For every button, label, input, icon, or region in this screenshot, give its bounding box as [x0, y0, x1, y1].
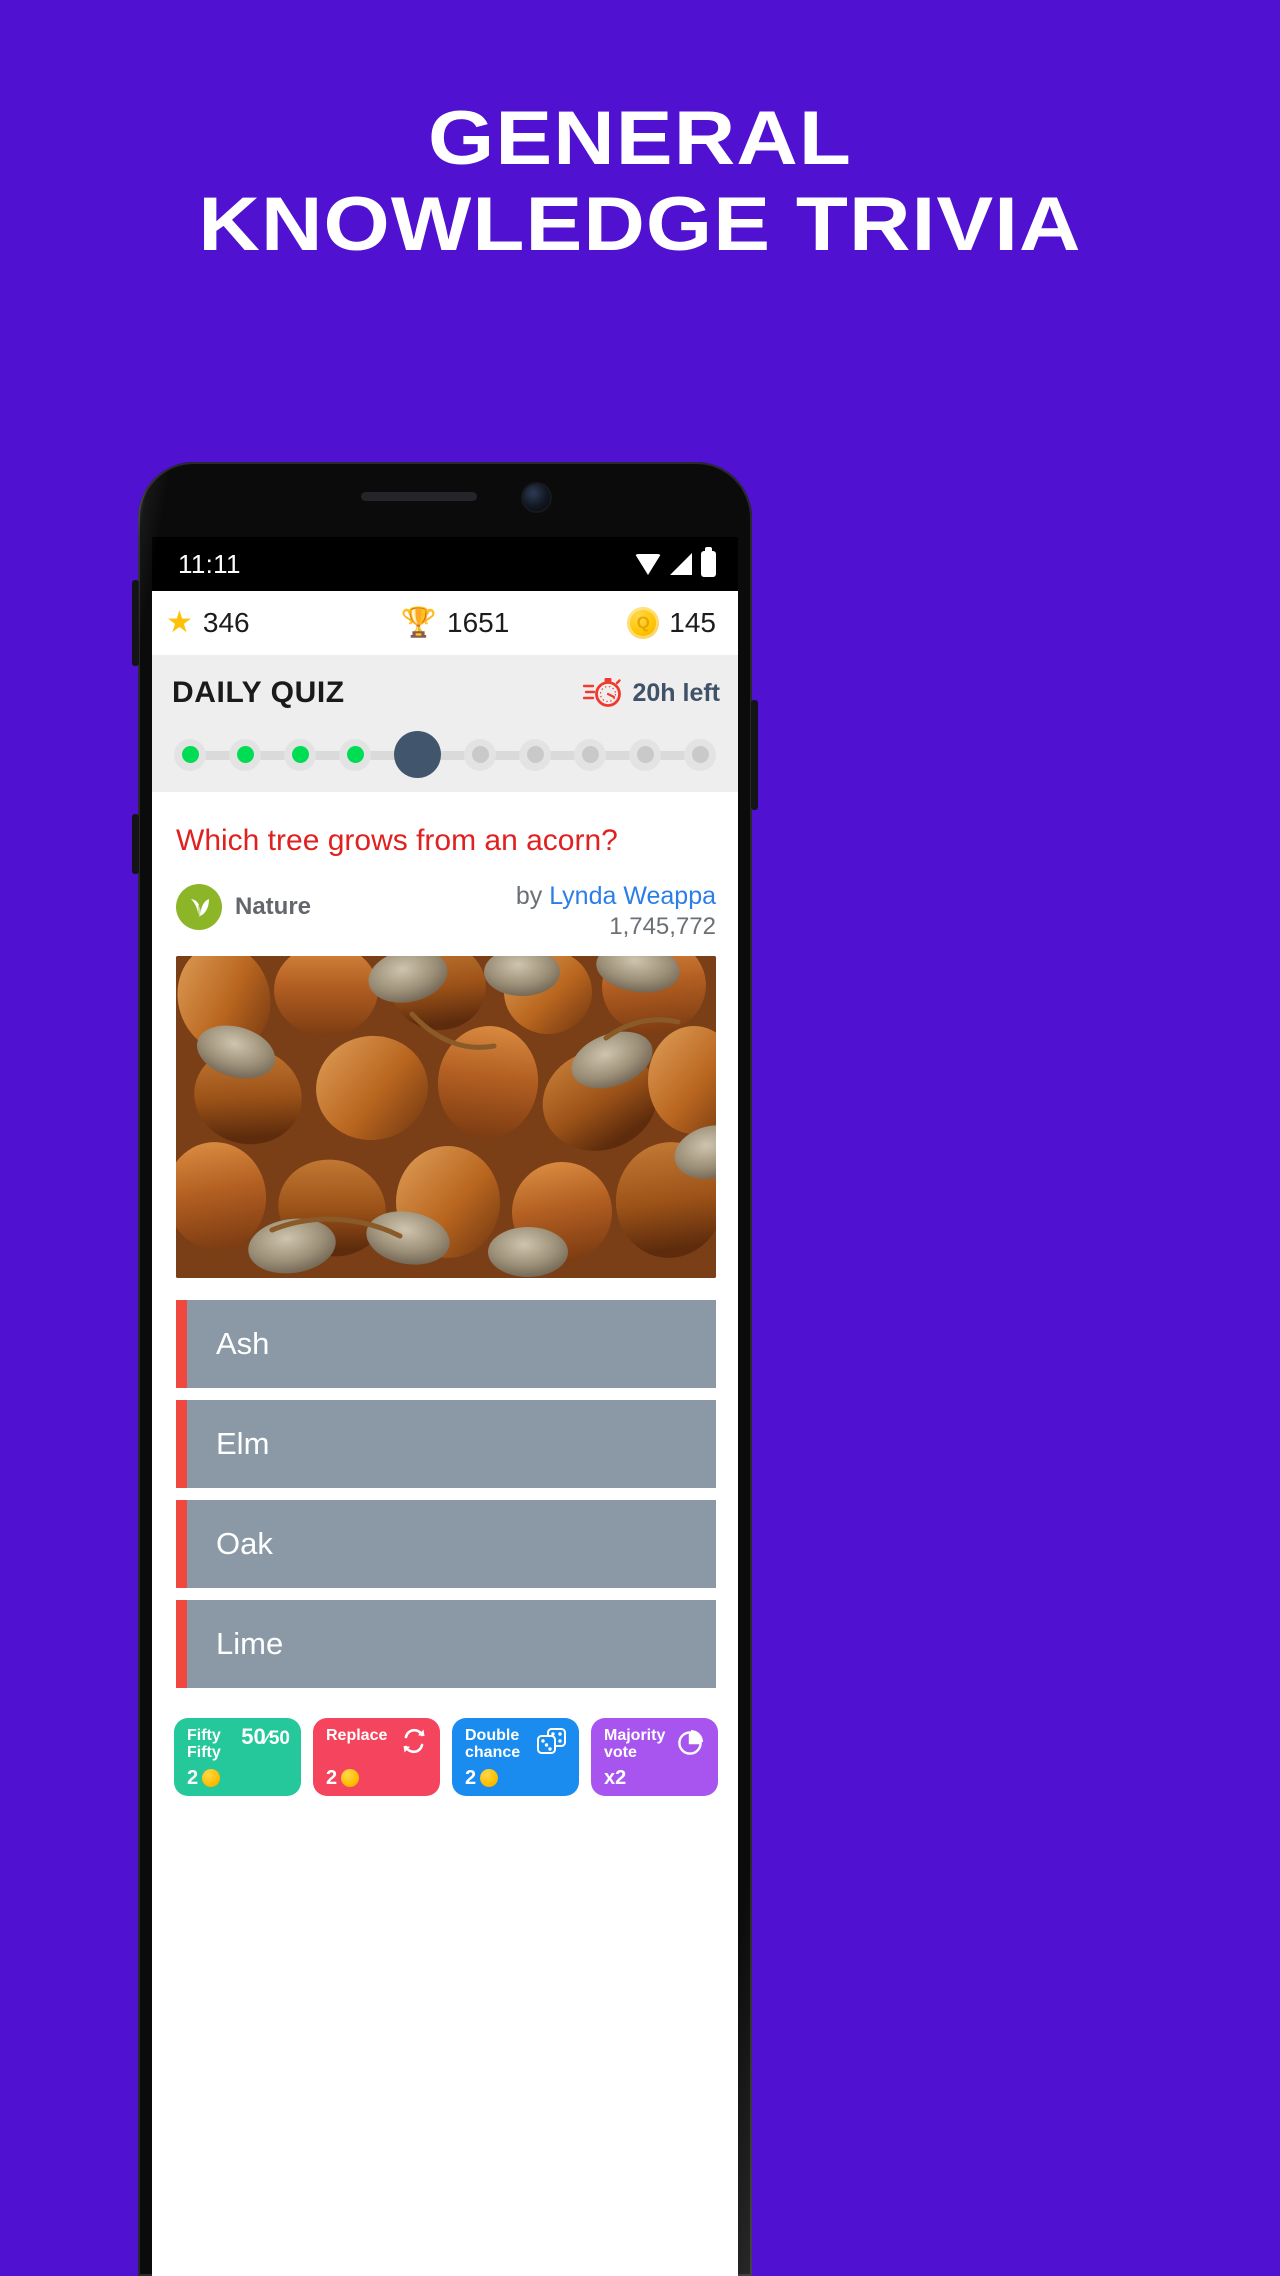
powerup-cost: 2	[326, 1768, 429, 1788]
progress-dot-9	[629, 738, 661, 771]
phone-mockup: 11:11 ★ 346 🏆 1651 Q 145 DAILY QUIZ 20h …	[132, 462, 758, 2276]
progress-dot-3	[284, 738, 316, 771]
star-count: 346	[202, 607, 250, 638]
progress-dot-8	[574, 738, 606, 771]
app-screen: ★ 346 🏆 1651 Q 145 DAILY QUIZ 20h left W…	[152, 591, 738, 2276]
daily-quiz-header: DAILY QUIZ 20h left	[152, 655, 738, 717]
powerup-bar: Fifty Fifty 50⁄50 2 Replace 2 Double cha…	[152, 1700, 738, 1796]
powerup-replace[interactable]: Replace 2	[313, 1718, 440, 1796]
question-image	[176, 956, 716, 1278]
coin-icon	[480, 1769, 499, 1787]
category-label: Nature	[235, 893, 312, 920]
refresh-icon	[399, 1727, 429, 1760]
progress-dot-6	[464, 738, 496, 771]
progress-dot-7	[519, 738, 551, 771]
earpiece-speaker	[361, 492, 477, 501]
question-meta: Nature by Lynda Weappa 1,745,772	[152, 864, 738, 954]
powerup-label: Replace	[326, 1727, 388, 1744]
question-author-block: by Lynda Weappa 1,745,772	[516, 880, 716, 942]
powerup-cost: 2	[465, 1768, 568, 1788]
leaf-glyph	[191, 899, 209, 918]
powerup-label: Fifty Fifty	[187, 1727, 221, 1761]
coin-count: 145	[669, 607, 716, 638]
fifty-fifty-icon: 50⁄50	[241, 1724, 290, 1749]
powerup-cost: x2	[604, 1768, 707, 1788]
page-title: DAILY QUIZ	[172, 676, 345, 709]
question-category[interactable]: Nature	[176, 880, 311, 930]
progress-dot-4	[339, 738, 371, 771]
powerup-cost: 2	[187, 1768, 290, 1788]
stat-coins[interactable]: Q 145	[555, 607, 722, 639]
headline-line-1: GENERAL	[427, 96, 852, 181]
answer-label: Oak	[216, 1526, 273, 1561]
quiz-timer: 20h left	[583, 675, 720, 711]
answer-option-4[interactable]: Lime	[176, 1600, 716, 1688]
stat-stars[interactable]: ★ 346	[166, 607, 355, 639]
progress-dot-2	[229, 738, 261, 771]
dice-icon	[536, 1727, 568, 1760]
signal-icon	[670, 553, 692, 575]
coin-icon	[341, 1769, 360, 1787]
star-icon: ★	[166, 606, 193, 639]
answer-option-2[interactable]: Elm	[176, 1400, 716, 1488]
author-line: by Lynda Weappa	[516, 880, 716, 912]
volume-up-button[interactable]	[132, 580, 139, 666]
answer-label: Ash	[216, 1326, 270, 1361]
powerup-cost-value: x2	[604, 1767, 627, 1789]
question-text: Which tree grows from an acorn?	[176, 824, 618, 857]
powerup-double-chance[interactable]: Double chance 2	[452, 1718, 579, 1796]
powerup-cost-value: 2	[326, 1767, 338, 1789]
battery-icon	[701, 547, 716, 577]
trophy-icon: 🏆	[400, 606, 438, 639]
powerup-cost-value: 2	[187, 1767, 199, 1789]
powerup-label: Majority vote	[604, 1727, 666, 1761]
progress-dot-10	[684, 738, 716, 771]
leaf-icon	[176, 884, 222, 930]
powerup-majority-vote[interactable]: Majority vote x2	[591, 1718, 718, 1796]
powerup-cost-value: 2	[465, 1767, 477, 1789]
power-button[interactable]	[751, 700, 758, 810]
progress-dot-5-current	[394, 731, 441, 778]
coin-icon	[202, 1769, 221, 1787]
stats-bar: ★ 346 🏆 1651 Q 145	[152, 591, 738, 655]
coin-icon: Q	[627, 607, 660, 639]
answer-option-1[interactable]: Ash	[176, 1300, 716, 1388]
author-link[interactable]: Lynda Weappa	[549, 882, 716, 910]
powerup-fifty-fifty[interactable]: Fifty Fifty 50⁄50 2	[174, 1718, 301, 1796]
pie-chart-icon	[677, 1727, 707, 1760]
answer-option-3[interactable]: Oak	[176, 1500, 716, 1588]
promo-headline: GENERAL KNOWLEDGE TRIVIA	[0, 96, 1280, 268]
play-count: 1,745,772	[609, 913, 716, 940]
acorns-illustration	[176, 956, 716, 1278]
status-bar: 11:11	[152, 537, 738, 591]
by-prefix: by	[515, 882, 550, 910]
front-camera-icon	[523, 484, 550, 511]
stat-trophies[interactable]: 🏆 1651	[355, 607, 555, 639]
answer-label: Elm	[216, 1426, 270, 1461]
answer-label: Lime	[216, 1626, 284, 1661]
wifi-icon	[635, 553, 661, 575]
status-bar-icons	[635, 547, 716, 577]
timer-label: 20h left	[632, 678, 720, 707]
quiz-progress	[152, 717, 738, 792]
progress-dots	[174, 731, 716, 778]
headline-line-2: KNOWLEDGE TRIVIA	[198, 182, 1082, 267]
answer-list: Ash Elm Oak Lime	[152, 1278, 738, 1688]
volume-down-button[interactable]	[132, 814, 139, 874]
progress-dot-1	[174, 738, 206, 771]
powerup-label: Double chance	[465, 1727, 521, 1761]
status-bar-time: 11:11	[178, 548, 241, 579]
trophy-count: 1651	[447, 607, 510, 638]
stopwatch-icon	[583, 678, 622, 707]
